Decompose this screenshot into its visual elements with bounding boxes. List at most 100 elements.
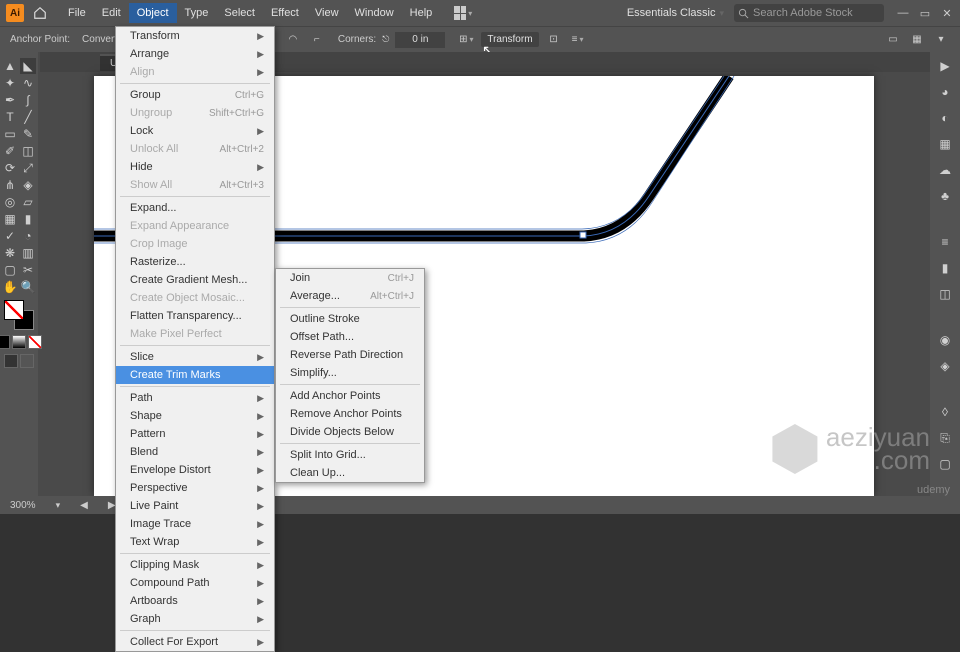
close-button[interactable]: ✕ <box>940 6 954 20</box>
color-guide-icon[interactable]: ◐ <box>937 110 953 126</box>
menu-file[interactable]: File <box>60 3 94 23</box>
direct-selection-tool[interactable]: ◣ <box>20 58 36 74</box>
symbols-panel-icon[interactable]: ♣ <box>937 188 953 204</box>
object-menu-item-perspective[interactable]: Perspective▶ <box>116 479 274 497</box>
object-menu-item-rasterize[interactable]: Rasterize... <box>116 253 274 271</box>
magic-wand-tool[interactable]: ✦ <box>2 75 18 91</box>
mesh-tool[interactable]: ▦ <box>2 211 18 227</box>
home-icon[interactable] <box>30 3 50 23</box>
menu-type[interactable]: Type <box>177 3 217 23</box>
scale-tool[interactable]: ⤢ <box>20 160 36 176</box>
transparency-panel-icon[interactable]: ◫ <box>937 286 953 302</box>
object-menu-item-graph[interactable]: Graph▶ <box>116 610 274 628</box>
path-menu-item-reverse-path-direction[interactable]: Reverse Path Direction <box>276 346 424 364</box>
eraser-tool[interactable]: ◫ <box>20 143 36 159</box>
brushes-panel-icon[interactable]: ☁ <box>937 162 953 178</box>
symbol-sprayer-tool[interactable]: ❋ <box>2 245 18 261</box>
slice-tool[interactable]: ✂ <box>20 262 36 278</box>
menu-object[interactable]: Object <box>129 3 177 23</box>
paintbrush-tool[interactable]: ✎ <box>20 126 36 142</box>
curvature-tool[interactable]: ∫ <box>20 92 36 108</box>
object-menu-item-flatten-transparency[interactable]: Flatten Transparency... <box>116 307 274 325</box>
object-menu-item-expand[interactable]: Expand... <box>116 199 274 217</box>
path-menu-item-add-anchor-points[interactable]: Add Anchor Points <box>276 387 424 405</box>
object-menu-item-slice[interactable]: Slice▶ <box>116 348 274 366</box>
object-menu-item-hide[interactable]: Hide▶ <box>116 158 274 176</box>
artboards-panel-icon[interactable]: ▢ <box>937 456 953 472</box>
type-tool[interactable]: T <box>2 109 18 125</box>
menu-effect[interactable]: Effect <box>263 3 307 23</box>
line-tool[interactable]: ╱ <box>20 109 36 125</box>
path-menu-item-offset-path[interactable]: Offset Path... <box>276 328 424 346</box>
gradient-tool[interactable]: ▮ <box>20 211 36 227</box>
object-menu-item-image-trace[interactable]: Image Trace▶ <box>116 515 274 533</box>
toolbar-opt3-icon[interactable]: ▾ <box>932 31 950 49</box>
object-menu-item-compound-path[interactable]: Compound Path▶ <box>116 574 274 592</box>
object-menu-item-arrange[interactable]: Arrange▶ <box>116 45 274 63</box>
object-menu-item-group[interactable]: GroupCtrl+G <box>116 86 274 104</box>
object-menu-item-envelope-distort[interactable]: Envelope Distort▶ <box>116 461 274 479</box>
swatches-panel-icon[interactable]: ▦ <box>937 136 953 152</box>
lasso-tool[interactable]: ∿ <box>20 75 36 91</box>
zoom-dropdown-icon[interactable]: ▾ <box>56 500 61 511</box>
path-menu-item-outline-stroke[interactable]: Outline Stroke <box>276 310 424 328</box>
graphic-styles-icon[interactable]: ◈ <box>937 358 953 374</box>
object-menu-item-clipping-mask[interactable]: Clipping Mask▶ <box>116 556 274 574</box>
object-menu-item-blend[interactable]: Blend▶ <box>116 443 274 461</box>
transform-button[interactable]: Transform <box>481 32 538 47</box>
menu-window[interactable]: Window <box>347 3 402 23</box>
restore-button[interactable]: ▭ <box>918 6 932 20</box>
color-panel-icon[interactable]: ◕ <box>937 84 953 100</box>
panel-layout-icon[interactable] <box>454 4 472 22</box>
isolate-icon[interactable]: ⊡ <box>545 31 563 49</box>
path-menu-item-split-into-grid[interactable]: Split Into Grid... <box>276 446 424 464</box>
minimize-button[interactable]: — <box>896 6 910 20</box>
corner-link-icon[interactable]: ⎋ <box>382 34 389 45</box>
path-menu-item-remove-anchor-points[interactable]: Remove Anchor Points <box>276 405 424 423</box>
properties-panel-icon[interactable]: ▶ <box>937 58 953 74</box>
toolbar-opt2-icon[interactable]: ▦ <box>908 31 926 49</box>
pen-tool[interactable]: ✒ <box>2 92 18 108</box>
menu-view[interactable]: View <box>307 3 347 23</box>
selection-tool[interactable]: ▲ <box>2 58 18 74</box>
stroke-panel-icon[interactable]: ≡ <box>937 234 953 250</box>
width-tool[interactable]: ⋔ <box>2 177 18 193</box>
nav-prev-icon[interactable]: ◀ <box>80 500 88 511</box>
object-menu-item-pattern[interactable]: Pattern▶ <box>116 425 274 443</box>
object-menu-item-path[interactable]: Path▶ <box>116 389 274 407</box>
layers-panel-icon[interactable]: ◊ <box>937 404 953 420</box>
align-to-icon[interactable]: ≡ <box>569 31 587 49</box>
zoom-level[interactable]: 300% <box>10 500 36 511</box>
hand-tool[interactable]: ✋ <box>2 279 18 295</box>
menu-help[interactable]: Help <box>402 3 441 23</box>
gradient-panel-icon[interactable]: ▮ <box>937 260 953 276</box>
search-input[interactable]: Search Adobe Stock <box>734 4 884 22</box>
workspace-switcher[interactable]: Essentials Classic ▾ <box>619 5 732 21</box>
rectangle-tool[interactable]: ▭ <box>2 126 18 142</box>
fill-stroke-swatch[interactable] <box>4 300 34 330</box>
graph-tool[interactable]: ▥ <box>20 245 36 261</box>
eyedropper-tool[interactable]: ✓ <box>2 228 18 244</box>
appearance-panel-icon[interactable]: ◉ <box>937 332 953 348</box>
object-menu-item-live-paint[interactable]: Live Paint▶ <box>116 497 274 515</box>
object-menu-item-artboards[interactable]: Artboards▶ <box>116 592 274 610</box>
anchor-remove-icon[interactable]: ⌐ <box>308 31 326 49</box>
color-mode-row[interactable] <box>0 335 42 349</box>
screen-mode-row[interactable] <box>4 354 34 368</box>
free-transform-tool[interactable]: ◈ <box>20 177 36 193</box>
artboard-tool[interactable]: ▢ <box>2 262 18 278</box>
toolbar-opt1-icon[interactable]: ▭ <box>884 31 902 49</box>
path-menu-item-divide-objects-below[interactable]: Divide Objects Below <box>276 423 424 441</box>
anchor-handles-icon[interactable]: ◠ <box>284 31 302 49</box>
asset-export-icon[interactable]: ⎘ <box>937 430 953 446</box>
object-menu-item-transform[interactable]: Transform▶ <box>116 27 274 45</box>
object-menu-item-create-trim-marks[interactable]: Create Trim Marks <box>116 366 274 384</box>
path-menu-item-average[interactable]: Average...Alt+Ctrl+J <box>276 287 424 305</box>
object-menu-item-lock[interactable]: Lock▶ <box>116 122 274 140</box>
path-menu-item-simplify[interactable]: Simplify... <box>276 364 424 382</box>
align-icon[interactable]: ⊞ <box>457 31 475 49</box>
zoom-tool[interactable]: 🔍 <box>20 279 36 295</box>
path-menu-item-clean-up[interactable]: Clean Up... <box>276 464 424 482</box>
shaper-tool[interactable]: ✐ <box>2 143 18 159</box>
object-menu-item-text-wrap[interactable]: Text Wrap▶ <box>116 533 274 551</box>
